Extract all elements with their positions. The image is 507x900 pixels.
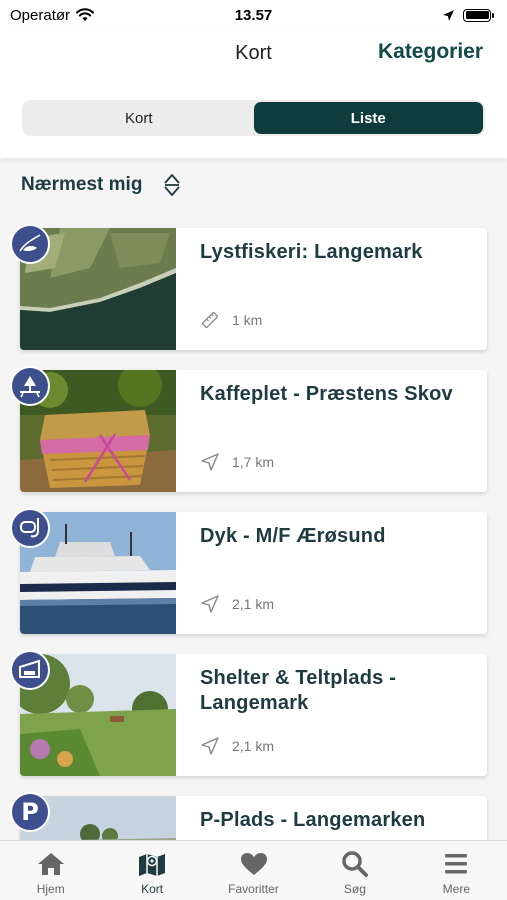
tab-bar: Hjem Kort Favoritter Søg Mere (0, 840, 507, 900)
tab-map[interactable]: Kort (101, 841, 202, 900)
item-distance: 2,1 km (200, 736, 274, 756)
tab-label: Hjem (36, 882, 65, 896)
wifi-icon (76, 8, 95, 21)
picnic-icon (10, 366, 50, 406)
list-item[interactable]: Shelter & Teltplads - Langemark 2,1 km (10, 650, 487, 776)
item-distance-value: 2,1 km (232, 738, 275, 754)
tab-home[interactable]: Hjem (0, 841, 101, 900)
parking-icon: P (10, 792, 50, 832)
item-distance: 1,7 km (200, 452, 274, 472)
tab-more[interactable]: Mere (406, 841, 507, 900)
item-info: Dyk - M/F Ærøsund 2,1 km (176, 512, 487, 634)
poi-list: Lystfiskeri: Langemark 1 km Kaffeplet - … (0, 226, 507, 840)
item-title: P-Plads - Langemarken (200, 809, 426, 831)
item-title: Shelter & Teltplads - Langemark (200, 667, 397, 714)
tab-label: Kort (141, 882, 164, 896)
item-info: Shelter & Teltplads - Langemark 2,1 km (176, 654, 487, 776)
status-bar: Operatør 13.57 (0, 0, 507, 30)
list-item[interactable]: P P-Plads - Langemarken (10, 792, 487, 840)
tab-label: Mere (442, 882, 470, 896)
item-distance: 2,1 km (200, 594, 274, 614)
diving-mask-icon (10, 508, 50, 548)
item-distance-value: 1 km (232, 312, 263, 328)
carrier-label: Operatør (10, 6, 71, 24)
item-info: P-Plads - Langemarken (176, 796, 487, 840)
navigation-arrow-icon (201, 453, 219, 471)
item-info: Kaffeplet - Præstens Skov 1,7 km (176, 370, 487, 492)
location-arrow-icon (443, 9, 454, 21)
item-title: Kaffeplet - Præstens Skov (200, 383, 453, 405)
item-distance: 1 km (200, 310, 262, 330)
navigation-arrow-icon (201, 737, 219, 755)
battery-icon (463, 8, 494, 22)
tab-label: Søg (343, 882, 366, 896)
segment-map[interactable]: Kort (24, 102, 254, 134)
list-item[interactable]: Lystfiskeri: Langemark 1 km (10, 226, 487, 350)
list-item[interactable]: Kaffeplet - Præstens Skov 1,7 km (10, 366, 487, 492)
heart-icon (240, 853, 267, 875)
item-title: Lystfiskeri: Langemark (200, 241, 423, 263)
map-icon (139, 854, 166, 876)
navigation-arrow-icon (201, 595, 219, 613)
item-info: Lystfiskeri: Langemark 1 km (176, 228, 487, 350)
menu-icon (445, 854, 468, 874)
home-icon (37, 853, 64, 875)
shelter-icon (10, 650, 50, 690)
ruler-icon (201, 311, 219, 329)
view-segmented-control: Kort Liste (22, 100, 485, 136)
status-left: Operatør (10, 6, 95, 24)
tab-search[interactable]: Søg (304, 841, 405, 900)
sort-row[interactable]: Nærmest mig (21, 172, 182, 198)
header: Kort Kategorier Kort Liste (0, 30, 507, 158)
tab-favorites[interactable]: Favoritter (203, 841, 304, 900)
item-title: Dyk - M/F Ærøsund (200, 525, 386, 547)
item-distance-value: 2,1 km (232, 596, 275, 612)
status-right (442, 8, 494, 22)
segment-list[interactable]: Liste (253, 102, 483, 134)
tab-label: Favoritter (228, 882, 279, 896)
item-distance-value: 1,7 km (232, 454, 275, 470)
sort-toggle-icon[interactable] (162, 172, 182, 198)
list-item[interactable]: Dyk - M/F Ærøsund 2,1 km (10, 508, 487, 634)
categories-button[interactable]: Kategorier (378, 40, 483, 64)
search-icon (342, 851, 368, 877)
sort-label[interactable]: Nærmest mig (21, 174, 142, 196)
